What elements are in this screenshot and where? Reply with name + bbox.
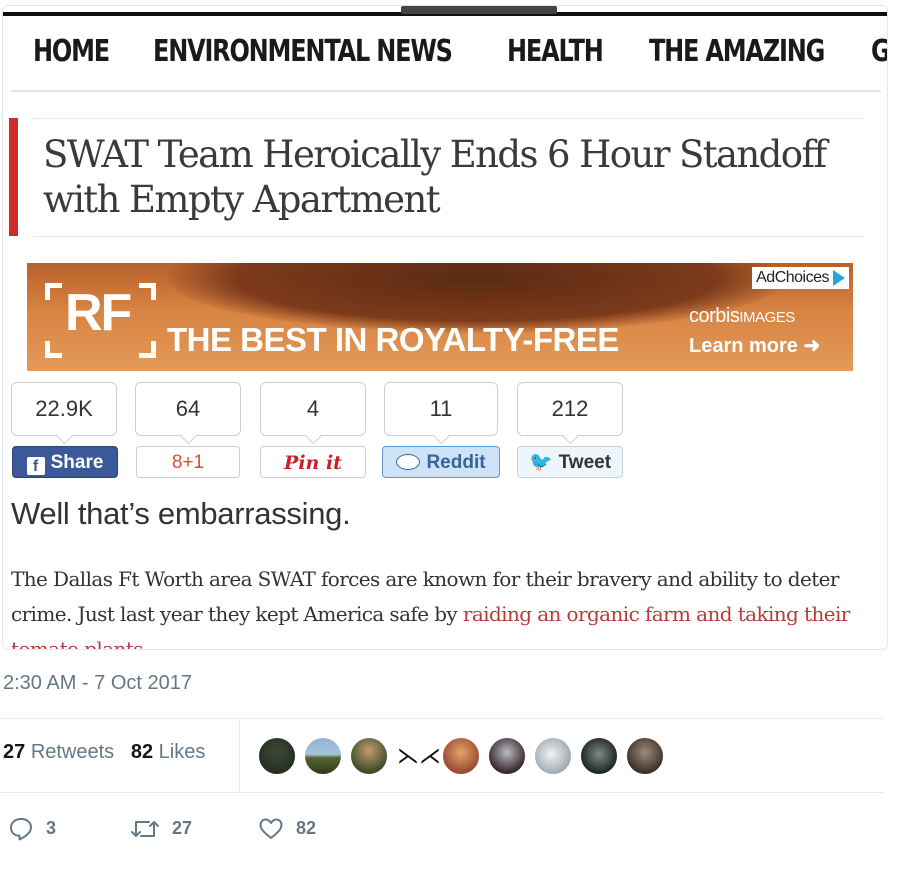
- ad-brand: corbisIMAGES: [689, 305, 795, 328]
- avatar[interactable]: [258, 737, 296, 775]
- tweet-button[interactable]: 🐦 Tweet: [517, 446, 623, 478]
- nav-item-environmental-news: ENVIRONMENTAL NEWS: [153, 34, 453, 69]
- ad-learn-more-link[interactable]: Learn more ➜: [689, 333, 820, 358]
- likes-count: 82: [130, 741, 154, 763]
- article-headline: SWAT Team Heroically Ends 6 Hour Standof…: [43, 132, 873, 222]
- tweet-label: Tweet: [558, 452, 612, 473]
- site-nav: HOME ENVIRONMENTAL NEWS HEALTH THE AMAZI…: [3, 20, 887, 90]
- article-body: The Dallas Ft Worth area SWAT forces are…: [11, 562, 877, 649]
- retweet-button[interactable]: 27: [130, 812, 192, 844]
- facebook-icon: f: [26, 457, 45, 475]
- pinterest-count: 4: [260, 382, 366, 436]
- retweets-label: Retweets: [30, 741, 115, 763]
- arrow-circle-icon: ➜: [803, 335, 821, 357]
- avatar[interactable]: [534, 737, 572, 775]
- gplus-label: +1: [182, 452, 205, 473]
- retweet-icon: [131, 821, 159, 838]
- gplus-button[interactable]: 8+1: [136, 446, 240, 478]
- tweet-timestamp[interactable]: 2:30 AM - 7 Oct 2017: [3, 672, 192, 695]
- reddit-label: Reddit: [426, 452, 486, 473]
- reddit-count: 11: [384, 382, 498, 436]
- tweet-stats: 27 Retweets 82 Likes: [3, 741, 205, 764]
- headline-line-2: with Empty Apartment: [43, 178, 441, 221]
- avatar[interactable]: [626, 737, 664, 775]
- tweet-actions: 3 27 82: [0, 812, 600, 848]
- stats-vertical-divider: [239, 720, 240, 792]
- stats-divider-top: [0, 718, 884, 719]
- retweets-stat[interactable]: 27 Retweets: [3, 741, 114, 763]
- ad-frame-corner: [45, 341, 62, 358]
- avatar[interactable]: [580, 737, 618, 775]
- ad-rf-logo: RF: [65, 284, 132, 342]
- pinterest-label: Pin it: [284, 452, 342, 474]
- stats-divider-bottom: [0, 792, 884, 793]
- headline-divider-top: [33, 118, 865, 119]
- ad-frame-corner: [45, 283, 62, 300]
- facebook-share-button[interactable]: f Share: [12, 446, 118, 478]
- heart-icon: [259, 818, 283, 840]
- retweets-count: 27: [3, 741, 26, 763]
- share-counts: 22.9K 64 4 11 212: [11, 382, 631, 442]
- likes-label: Likes: [158, 741, 206, 763]
- avatar[interactable]: [304, 737, 342, 775]
- nav-item-truncated: G: [871, 34, 888, 69]
- nav-item-home: HOME: [33, 34, 110, 69]
- likes-stat[interactable]: 82 Likes: [131, 741, 206, 763]
- pinterest-button[interactable]: Pin it: [260, 446, 366, 478]
- twitter-count: 212: [517, 382, 623, 436]
- ad-frame-corner: [139, 283, 156, 300]
- gplus-count: 64: [135, 382, 241, 436]
- like-count: 82: [296, 818, 317, 838]
- facebook-share-label: Share: [50, 452, 104, 473]
- retweet-count: 27: [172, 818, 193, 838]
- nav-item-the-amazing: THE AMAZING: [649, 34, 825, 69]
- ad-banner: RF THE BEST IN ROYALTY-FREE AdChoices co…: [27, 263, 853, 371]
- headline-line-1: SWAT Team Heroically Ends 6 Hour Standof…: [43, 133, 827, 176]
- headline-accent-bar: [9, 118, 18, 236]
- site-top-tab: [401, 6, 557, 14]
- adchoices-link[interactable]: AdChoices: [752, 267, 849, 289]
- avatar[interactable]: ⋋⋌: [396, 737, 441, 775]
- reply-count: 3: [46, 818, 57, 838]
- avatar[interactable]: [442, 737, 480, 775]
- nav-divider: [11, 90, 881, 92]
- ad-brand-name: corbis: [689, 305, 740, 327]
- reddit-button[interactable]: Reddit: [382, 446, 500, 478]
- headline-divider-bottom: [33, 236, 865, 237]
- gplus-icon: 8: [171, 452, 183, 473]
- nav-item-health: HEALTH: [507, 34, 604, 69]
- reddit-alien-icon: [396, 454, 421, 470]
- twitter-bird-icon: 🐦: [528, 452, 553, 473]
- ad-frame-corner: [139, 341, 156, 358]
- avatar[interactable]: [488, 737, 526, 775]
- like-button[interactable]: 82: [258, 812, 316, 844]
- avatar[interactable]: [350, 737, 388, 775]
- tweet-media-card[interactable]: HOME ENVIRONMENTAL NEWS HEALTH THE AMAZI…: [2, 5, 888, 650]
- ad-learn-more-label: Learn more: [689, 335, 798, 357]
- adchoices-icon: [833, 269, 845, 286]
- reply-icon: [10, 818, 32, 841]
- ad-tagline: THE BEST IN ROYALTY-FREE: [167, 321, 619, 358]
- adchoices-label: AdChoices: [756, 269, 829, 286]
- reply-button[interactable]: 3: [8, 812, 56, 844]
- facebook-count: 22.9K: [11, 382, 117, 436]
- ad-brand-suffix: IMAGES: [739, 309, 795, 326]
- article-subhead: Well that’s embarrassing.: [11, 496, 351, 531]
